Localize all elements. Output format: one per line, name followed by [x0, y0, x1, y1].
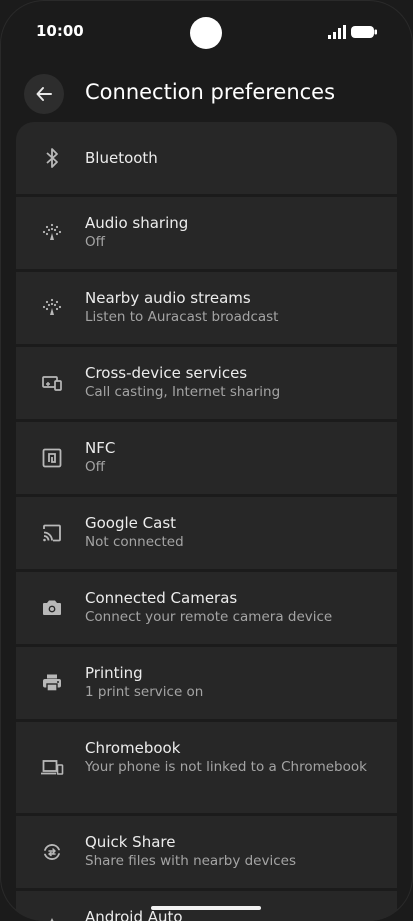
settings-list: Bluetooth Audio sharing Off Nearby audio…: [16, 122, 397, 921]
audio-sharing-icon: [40, 221, 64, 245]
setting-subtitle: Off: [85, 234, 105, 250]
status-time: 10:00: [36, 22, 84, 40]
bluetooth-icon: [40, 146, 64, 170]
quick-share-icon: [40, 840, 64, 864]
setting-title: Quick Share: [85, 833, 176, 851]
back-arrow-icon: [36, 87, 52, 101]
setting-subtitle: Call casting, Internet sharing: [85, 384, 281, 400]
cellular-signal-icon: [328, 25, 346, 39]
setting-item-nearby-audio-streams[interactable]: Nearby audio streams Listen to Auracast …: [16, 272, 397, 344]
page-title: Connection preferences: [85, 80, 336, 104]
setting-item-nfc[interactable]: NFC Off: [16, 422, 397, 494]
cross-device-icon: [40, 371, 64, 395]
setting-subtitle: Connect your remote camera device: [85, 609, 333, 625]
setting-item-google-cast[interactable]: Google Cast Not connected: [16, 497, 397, 569]
phone-screen: 10:00 Connection preferences Bluetooth A…: [0, 0, 413, 921]
status-bar: 10:00: [0, 0, 413, 64]
setting-item-cross-device-services[interactable]: Cross-device services Call casting, Inte…: [16, 347, 397, 419]
setting-title: Nearby audio streams: [85, 289, 251, 307]
setting-title: Google Cast: [85, 514, 177, 532]
setting-subtitle: 1 print service on: [85, 684, 204, 700]
setting-title: Connected Cameras: [85, 589, 238, 607]
front-camera-cutout: [190, 17, 222, 49]
setting-subtitle: Listen to Auracast broadcast: [85, 309, 279, 325]
setting-item-bluetooth[interactable]: Bluetooth: [16, 122, 397, 194]
setting-subtitle: Your phone is not linked to a Chromebook: [85, 759, 367, 775]
setting-title: Audio sharing: [85, 214, 189, 232]
setting-item-printing[interactable]: Printing 1 print service on: [16, 647, 397, 719]
setting-title: Cross-device services: [85, 364, 248, 382]
printer-icon: [40, 671, 64, 695]
setting-item-audio-sharing[interactable]: Audio sharing Off: [16, 197, 397, 269]
setting-subtitle: Off: [85, 459, 105, 475]
chromebook-icon: [40, 756, 64, 780]
setting-item-chromebook[interactable]: Chromebook Your phone is not linked to a…: [16, 722, 397, 813]
setting-title: Bluetooth: [85, 149, 158, 167]
setting-title: Chromebook: [85, 739, 181, 757]
back-button[interactable]: [24, 74, 64, 114]
setting-item-quick-share[interactable]: Quick Share Share files with nearby devi…: [16, 816, 397, 888]
android-auto-icon: [40, 915, 64, 921]
camera-icon: [40, 596, 64, 620]
cast-icon: [40, 521, 64, 545]
nfc-icon: [40, 446, 64, 470]
setting-subtitle: Share files with nearby devices: [85, 853, 296, 869]
battery-icon: [351, 26, 377, 38]
setting-title: Printing: [85, 664, 143, 682]
gesture-navigation-bar[interactable]: [151, 906, 261, 910]
audio-streams-icon: [40, 296, 64, 320]
setting-item-connected-cameras[interactable]: Connected Cameras Connect your remote ca…: [16, 572, 397, 644]
setting-title: NFC: [85, 439, 116, 457]
setting-subtitle: Not connected: [85, 534, 184, 550]
